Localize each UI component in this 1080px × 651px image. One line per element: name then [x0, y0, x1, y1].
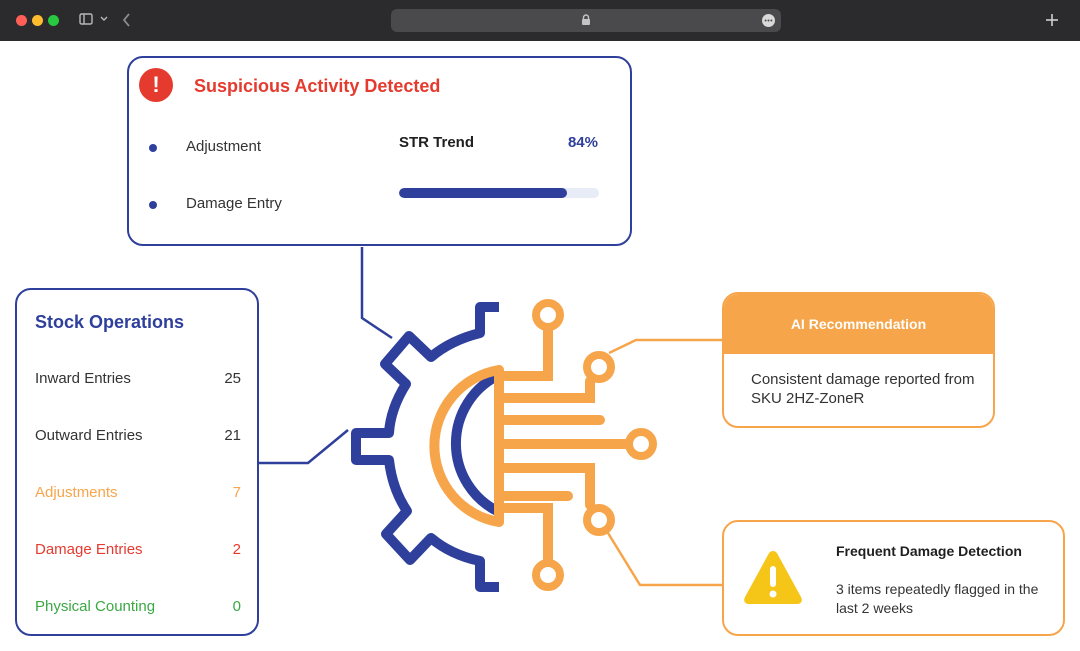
stock-row-value: 21: [224, 427, 241, 444]
adjustment-item: Adjustment: [186, 138, 262, 155]
stock-row-value: 7: [232, 484, 241, 501]
ai-recommendation-text: Consistent damage reported from SKU 2HZ-…: [751, 371, 975, 407]
suspicious-activity-card: ! Suspicious Activity Detected Adjustmen…: [127, 56, 632, 246]
ai-recommendation-title: AI Recommendation: [790, 316, 927, 332]
stock-row-label: Adjustments: [35, 484, 118, 501]
stock-row-physical-counting: Physical Counting 0: [35, 598, 241, 618]
ai-recommendation-header: AI Recommendation: [724, 294, 993, 354]
stock-row-label: Damage Entries: [35, 541, 143, 558]
damage-detection-card: Frequent Damage Detection 3 items repeat…: [722, 520, 1065, 636]
stock-operations-card: Stock Operations Inward Entries 25 Outwa…: [15, 288, 259, 636]
warning-icon: [744, 551, 802, 604]
damage-entry-item: Damage Entry: [186, 195, 282, 212]
bullet-icon: [149, 144, 157, 152]
stock-row-adjustments: Adjustments 7: [35, 484, 241, 504]
stock-row-value: 2: [232, 541, 241, 558]
stock-operations-title: Stock Operations: [35, 312, 185, 332]
stock-row-label: Inward Entries: [35, 370, 131, 387]
stock-row-label: Outward Entries: [35, 427, 143, 444]
str-trend-value: 84%: [567, 134, 598, 151]
str-trend-progress-fill: [399, 188, 567, 198]
stock-row-value: 25: [224, 370, 241, 387]
stock-row-outward: Outward Entries 21: [35, 427, 241, 447]
orange-connector-lines: [606, 338, 722, 587]
damage-detection-text: 3 items repeatedly flagged in the last 2…: [836, 581, 1039, 616]
str-trend-progress: [399, 188, 599, 198]
stock-row-label: Physical Counting: [35, 598, 156, 615]
exclamation-icon: !: [139, 68, 173, 102]
suspicious-activity-title: Suspicious Activity Detected: [194, 76, 441, 96]
stock-row-damage: Damage Entries 2: [35, 541, 241, 561]
str-trend-label: STR Trend: [399, 134, 475, 151]
damage-detection-title: Frequent Damage Detection: [836, 543, 1022, 559]
stock-row-value: 0: [232, 598, 241, 615]
stock-row-inward: Inward Entries 25: [35, 370, 241, 390]
bullet-icon: [149, 201, 157, 209]
gear-icon: [351, 302, 502, 592]
ai-recommendation-card: AI Recommendation Consistent damage repo…: [722, 292, 995, 428]
